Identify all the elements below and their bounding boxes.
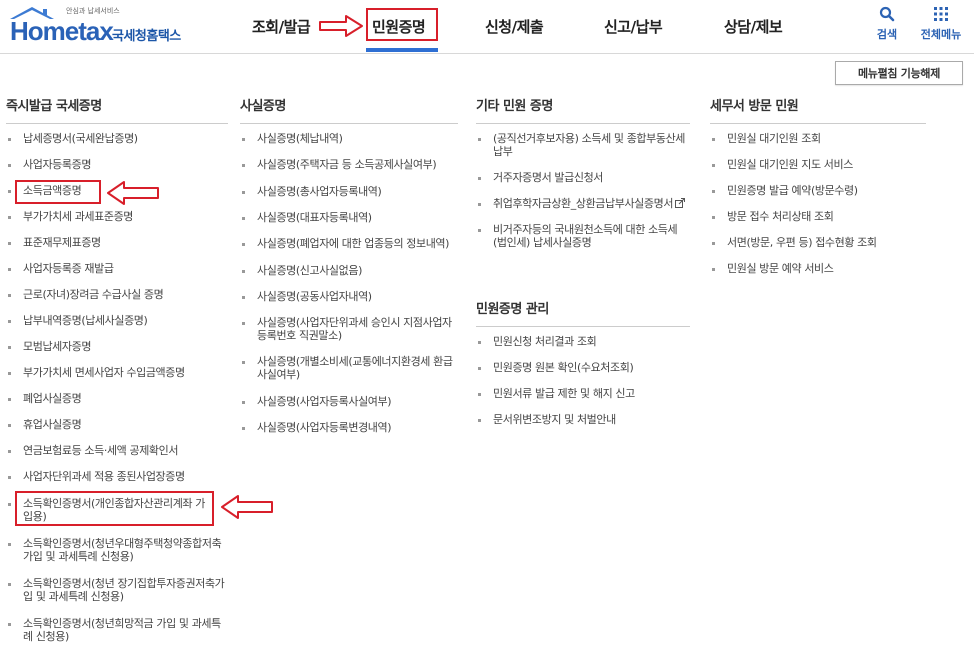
column-tax-office-visit: 세무서 방문 민원 민원실 대기인원 조회 민원실 대기인원 지도 서비스 민원…: [710, 95, 926, 275]
column-title: 사실증명: [240, 95, 458, 124]
list-item[interactable]: 민원증명 발급 예약(방문수령): [710, 184, 926, 197]
list-item[interactable]: 납세증명서(국세완납증명): [6, 132, 228, 145]
list-item[interactable]: 사실증명(신고사실없음): [240, 264, 458, 277]
instant-certificates-list: 납세증명서(국세완납증명) 사업자등록증명 소득금액증명 부가가치세 과세표준증…: [6, 132, 228, 643]
list-item[interactable]: 비거주자등의 국내원천소득에 대한 소득세(법인세) 납세사실증명: [476, 223, 690, 249]
annotation-arrow-left-icon: [221, 495, 273, 519]
list-item[interactable]: 민원서류 발급 제한 및 해지 신고: [476, 387, 690, 400]
list-item[interactable]: 사업자단위과세 적용 종된사업장증명: [6, 470, 228, 483]
list-item[interactable]: 표준재무제표증명: [6, 236, 228, 249]
column-title: 기타 민원 증명: [476, 95, 690, 124]
list-item[interactable]: 부가가치세 면세사업자 수입금액증명: [6, 366, 228, 379]
logo-brand-name: 국세청홈택스: [112, 29, 181, 44]
gnb-item-apply-submit[interactable]: 신청/제출: [485, 16, 544, 37]
search-label: 검색: [876, 28, 898, 41]
column-fact-certificates: 사실증명 사실증명(체납내역) 사실증명(주택자금 등 소득공제사실여부) 사실…: [240, 95, 458, 434]
list-item[interactable]: 사실증명(개별소비세(교통에너지환경세 환급사실여부): [240, 355, 458, 381]
external-link-icon: [675, 198, 686, 208]
list-item[interactable]: 휴업사실증명: [6, 418, 228, 431]
certificate-management-list: 민원신청 처리결과 조회 민원증명 원본 확인(수요처조회) 민원서류 발급 제…: [476, 335, 690, 426]
other-certificates-list: (공직선거후보자용) 소득세 및 종합부동산세 납부 거주자증명서 발급신청서 …: [476, 132, 690, 249]
annotation-highlight-box: [15, 180, 101, 204]
column-title: 민원증명 관리: [476, 298, 690, 327]
list-item-label: 취업후학자금상환_상환금납부사실증명서: [493, 197, 674, 210]
list-item[interactable]: 민원실 방문 예약 서비스: [710, 262, 926, 275]
hometax-logo[interactable]: 안심과 납세서비스 Hometax 국세청홈택스: [6, 3, 191, 48]
gnb-item-report-pay[interactable]: 신고/납부: [604, 16, 663, 37]
list-item[interactable]: 민원신청 처리결과 조회: [476, 335, 690, 348]
list-item[interactable]: 사실증명(공동사업자내역): [240, 290, 458, 303]
list-item[interactable]: 민원실 대기인원 지도 서비스: [710, 158, 926, 171]
search-icon: [879, 6, 895, 22]
gnb-item-lookup-issue[interactable]: 조회/발급: [252, 16, 311, 37]
list-item[interactable]: 방문 접수 처리상태 조회: [710, 210, 926, 223]
column-other-certificates: 기타 민원 증명 (공직선거후보자용) 소득세 및 종합부동산세 납부 거주자증…: [476, 95, 690, 249]
all-menu-button[interactable]: 전체메뉴: [914, 6, 968, 42]
list-item[interactable]: 연금보험료등 소득·세액 공제확인서: [6, 444, 228, 457]
tax-office-visit-list: 민원실 대기인원 조회 민원실 대기인원 지도 서비스 민원증명 발급 예약(방…: [710, 132, 926, 275]
list-item[interactable]: (공직선거후보자용) 소득세 및 종합부동산세 납부: [476, 132, 690, 158]
logo-tagline: 안심과 납세서비스: [66, 7, 120, 15]
menu-expand-toggle-button[interactable]: 메뉴펼침 기능해제: [835, 61, 963, 85]
top-header: 안심과 납세서비스 Hometax 국세청홈택스 조회/발급 민원증명 신청/제…: [0, 0, 974, 54]
list-item[interactable]: 사실증명(주택자금 등 소득공제사실여부): [240, 158, 458, 171]
annotation-arrow-right-icon: [319, 15, 363, 37]
list-item[interactable]: 소득확인증명서(청년우대형주택청약종합저축 가입 및 과세특례 신청용): [6, 537, 228, 563]
list-item[interactable]: 사실증명(사업자등록변경내역): [240, 421, 458, 434]
gnb-active-underline: [366, 48, 438, 52]
list-item[interactable]: 소득확인증명서(청년희망적금 가입 및 과세특례 신청용): [6, 617, 228, 643]
list-item[interactable]: 근로(자녀)장려금 수급사실 증명: [6, 288, 228, 301]
list-item[interactable]: 사업자등록증명: [6, 158, 228, 171]
list-item[interactable]: 사실증명(사업자단위과세 승인시 지점사업자등록번호 직권말소): [240, 316, 458, 342]
list-item[interactable]: 사실증명(폐업자에 대한 업종등의 정보내역): [240, 237, 458, 250]
list-item[interactable]: 거주자증명서 발급신청서: [476, 171, 690, 184]
column-title: 세무서 방문 민원: [710, 95, 926, 124]
logo-brand: Hometax: [10, 16, 114, 46]
list-item[interactable]: 사실증명(사업자등록사실여부): [240, 395, 458, 408]
search-button[interactable]: 검색: [872, 6, 902, 42]
list-item[interactable]: 민원실 대기인원 조회: [710, 132, 926, 145]
list-item[interactable]: 민원증명 원본 확인(수요처조회): [476, 361, 690, 374]
list-item[interactable]: 문서위변조방지 및 처벌안내: [476, 413, 690, 426]
grid-menu-icon: [934, 7, 948, 21]
list-item[interactable]: 모범납세자증명: [6, 340, 228, 353]
list-item[interactable]: 부가가치세 과세표준증명: [6, 210, 228, 223]
list-item[interactable]: 사실증명(대표자등록내역): [240, 211, 458, 224]
list-item[interactable]: 서면(방문, 우편 등) 접수현황 조회: [710, 236, 926, 249]
list-item[interactable]: 납부내역증명(납세사실증명): [6, 314, 228, 327]
gnb-item-consult-report[interactable]: 상담/제보: [724, 16, 783, 37]
annotation-arrow-left-icon: [107, 181, 159, 205]
annotation-highlight-box: [15, 491, 214, 526]
list-item[interactable]: 폐업사실증명: [6, 392, 228, 405]
list-item[interactable]: 소득확인증명서(청년 장기집합투자증권저축가입 및 과세특례 신청용): [6, 577, 228, 603]
list-item[interactable]: 사실증명(체납내역): [240, 132, 458, 145]
list-item[interactable]: 사실증명(총사업자등록내역): [240, 185, 458, 198]
gnb-active-highlight-box: [366, 8, 438, 41]
fact-certificates-list: 사실증명(체납내역) 사실증명(주택자금 등 소득공제사실여부) 사실증명(총사…: [240, 132, 458, 434]
column-certificate-management: 민원증명 관리 민원신청 처리결과 조회 민원증명 원본 확인(수요처조회) 민…: [476, 298, 690, 426]
list-item-student-loan-repayment[interactable]: 취업후학자금상환_상환금납부사실증명서: [476, 197, 690, 210]
column-instant-certificates: 즉시발급 국세증명 납세증명서(국세완납증명) 사업자등록증명 소득금액증명 부…: [6, 95, 228, 643]
column-title: 즉시발급 국세증명: [6, 95, 228, 124]
all-menu-label: 전체메뉴: [920, 28, 962, 41]
list-item[interactable]: 사업자등록증 재발급: [6, 262, 228, 275]
